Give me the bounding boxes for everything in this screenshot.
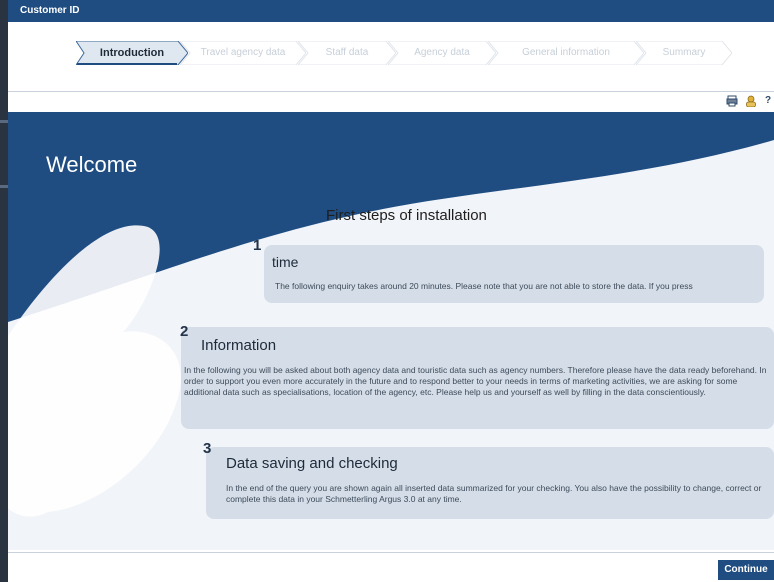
- step-general-information[interactable]: General information: [488, 41, 644, 65]
- step-label: Staff data: [325, 47, 369, 58]
- step-label: Summary: [662, 47, 706, 58]
- section-text: In the following you will be asked about…: [184, 365, 767, 397]
- section-card-time: [264, 245, 764, 303]
- footer-divider: [8, 552, 774, 553]
- section-text: In the end of the query you are shown ag…: [226, 483, 762, 504]
- background-marker: [0, 120, 8, 123]
- section-text: The following enquiry takes around 20 mi…: [275, 281, 693, 291]
- section-title: Data saving and checking: [226, 455, 398, 472]
- step-summary[interactable]: Summary: [636, 41, 732, 65]
- print-icon[interactable]: [726, 95, 738, 107]
- section-number: 1: [253, 237, 262, 254]
- welcome-panel: Welcome First steps of installation 1 ti…: [8, 112, 774, 550]
- step-agency-data[interactable]: Agency data: [388, 41, 496, 65]
- step-introduction[interactable]: Introduction: [76, 41, 188, 65]
- step-label: General information: [522, 47, 610, 58]
- section-title: time: [272, 254, 299, 270]
- welcome-heading: Welcome: [46, 152, 138, 177]
- section-number: 3: [203, 440, 212, 457]
- first-steps-heading: First steps of installation: [326, 207, 487, 224]
- background-window-edge: [0, 0, 8, 582]
- contact-icon[interactable]: [745, 95, 757, 108]
- step-travel-agency-data[interactable]: Travel agency data: [180, 41, 306, 65]
- section-title: Information: [201, 337, 277, 354]
- step-label: Introduction: [99, 47, 165, 59]
- step-label: Agency data: [414, 47, 470, 58]
- title-bar: Customer ID: [8, 0, 774, 22]
- help-icon[interactable]: ?: [764, 95, 772, 107]
- header-divider: [8, 91, 774, 92]
- wizard-steps: Introduction Travel agency data Staff da…: [76, 41, 766, 65]
- step-staff-data[interactable]: Staff data: [298, 41, 396, 65]
- window-title: Customer ID: [20, 5, 80, 16]
- section-number: 2: [180, 323, 189, 340]
- continue-button[interactable]: Continue: [718, 560, 774, 580]
- background-marker: [0, 185, 8, 188]
- step-label: Travel agency data: [200, 47, 286, 58]
- customer-id-dialog: Customer ID Introduction Travel agency d…: [8, 0, 774, 582]
